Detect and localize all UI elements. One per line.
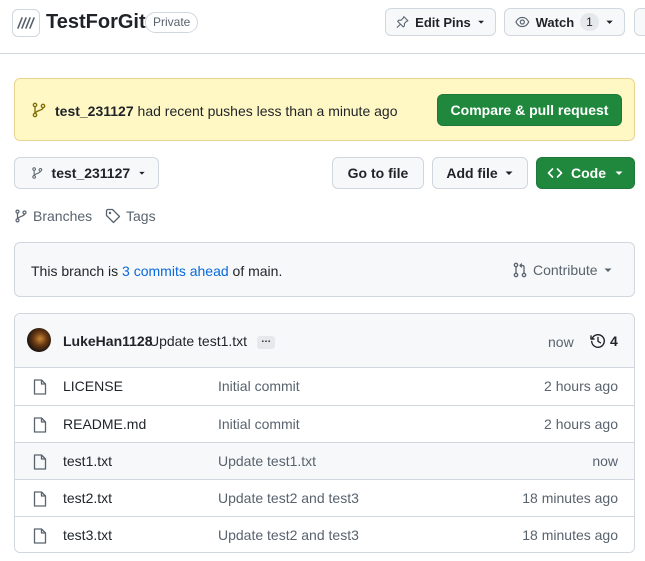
tags-label: Tags [126,208,156,224]
file-commit-message[interactable]: Initial commit [218,416,300,432]
branch-status-text: This branch is 3 commits ahead of main. [31,262,282,280]
file-icon [33,417,47,433]
file-name[interactable]: test1.txt [63,453,112,469]
author-avatar[interactable] [27,328,51,352]
repo-owner-avatar[interactable] [12,9,40,37]
commit-time: now [548,334,574,350]
file-commit-message[interactable]: Update test2 and test3 [218,527,359,543]
commit-history-link[interactable]: 4 [590,333,618,349]
file-commit-time: 18 minutes ago [522,527,618,543]
header-divider [0,53,645,54]
file-commit-time: 18 minutes ago [522,490,618,506]
ahead-suffix: of main. [232,263,283,279]
file-row[interactable]: LICENSE Initial commit 2 hours ago [15,368,634,405]
file-commit-message[interactable]: Update test2 and test3 [218,490,359,506]
watch-count: 1 [580,13,599,31]
file-icon [33,528,47,544]
file-commit-message[interactable]: Initial commit [218,378,300,394]
fork-button-partial[interactable] [634,8,645,36]
commit-count: 4 [610,333,618,349]
git-pull-request-icon [513,262,527,278]
banner-branch-name[interactable]: test_231127 [55,103,134,119]
latest-commit-header: LukeHan1128 Update test1.txt … now 4 [15,314,634,368]
code-button[interactable]: Code [536,157,635,189]
repo-logo-icon [17,17,35,29]
contribute-dropdown[interactable]: Contribute [512,262,613,278]
banner-text: had recent pushes less than a minute ago [137,103,398,119]
file-commit-message[interactable]: Update test1.txt [218,453,316,469]
file-table: LukeHan1128 Update test1.txt … now 4 LIC… [14,313,635,553]
branch-selector-label: test_231127 [51,165,131,181]
pin-icon [396,16,409,28]
commit-message[interactable]: Update test1.txt [149,333,247,349]
watch-label: Watch [535,14,575,30]
branches-label: Branches [33,208,93,224]
file-commit-time: now [592,453,618,469]
eye-icon [515,16,530,28]
file-name[interactable]: LICENSE [63,378,123,394]
contribute-label: Contribute [533,262,598,278]
file-commit-time: 2 hours ago [544,378,618,394]
tags-link[interactable]: Tags [105,208,156,224]
triangle-down-icon [139,171,145,175]
add-file-label: Add file [446,165,498,181]
triangle-down-icon [615,171,623,175]
triangle-down-icon [478,20,484,24]
commit-author[interactable]: LukeHan1128 [63,333,153,349]
branches-link[interactable]: Branches [14,208,92,224]
file-icon [33,454,47,470]
ahead-prefix: This branch is [31,263,119,279]
go-to-file-button[interactable]: Go to file [332,157,424,189]
file-name[interactable]: test2.txt [63,490,112,506]
expand-commit-button[interactable]: … [257,335,275,349]
history-icon [590,334,605,348]
tag-icon [105,208,121,224]
git-branch-icon [32,167,43,179]
add-file-button[interactable]: Add file [432,157,528,189]
git-branch-icon [15,209,27,223]
file-name[interactable]: README.md [63,416,146,432]
repo-name[interactable]: TestForGit [46,10,146,34]
watch-button[interactable]: Watch 1 [504,8,625,36]
file-row[interactable]: test1.txt Update test1.txt now [15,442,634,479]
file-row[interactable]: README.md Initial commit 2 hours ago [15,405,634,442]
triangle-down-icon [505,171,513,175]
git-branch-icon [32,102,46,118]
compare-pull-request-button[interactable]: Compare & pull request [437,94,622,126]
banner-message: test_231127 had recent pushes less than … [55,102,397,120]
commits-ahead-link[interactable]: 3 commits ahead [122,263,229,279]
file-icon [33,379,47,395]
file-icon [33,491,47,507]
branch-selector[interactable]: test_231127 [14,157,159,189]
code-label: Code [571,165,606,181]
edit-pins-label: Edit Pins [415,14,471,30]
edit-pins-button[interactable]: Edit Pins [385,8,496,36]
file-row[interactable]: test2.txt Update test2 and test3 18 minu… [15,479,634,516]
triangle-down-icon [606,20,613,24]
file-row[interactable]: test3.txt Update test2 and test3 18 minu… [15,516,634,552]
file-commit-time: 2 hours ago [544,416,618,432]
visibility-badge: Private [145,12,199,33]
triangle-down-icon [604,268,612,272]
code-icon [547,168,563,178]
file-name[interactable]: test3.txt [63,527,112,543]
